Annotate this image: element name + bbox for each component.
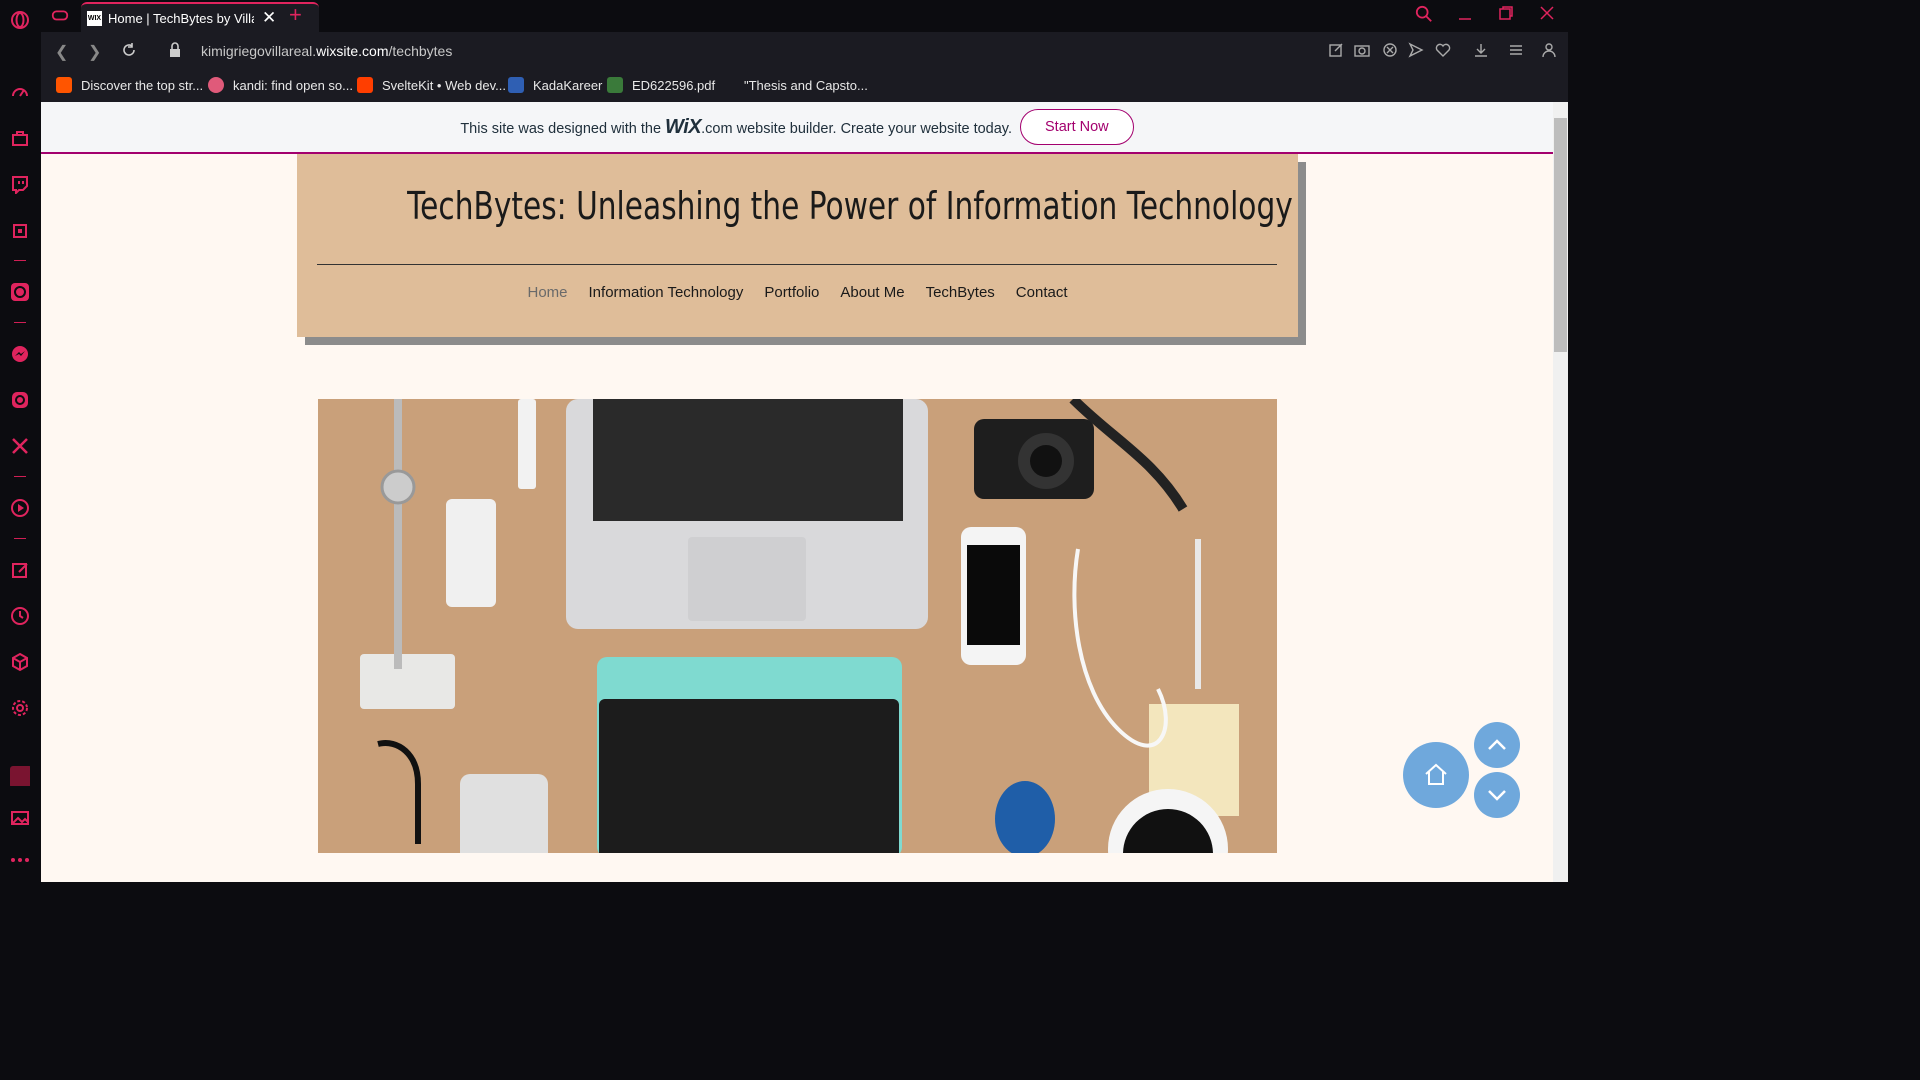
- browser-sidebar: [0, 0, 41, 882]
- gamepad-icon[interactable]: [51, 6, 69, 29]
- sidebar-divider: [14, 538, 26, 539]
- bookmark-item[interactable]: "Thesis and Capsto...: [719, 77, 868, 93]
- home-fab-button[interactable]: [1403, 742, 1469, 808]
- bookmark-label: "Thesis and Capsto...: [744, 77, 868, 93]
- send-icon[interactable]: [1408, 42, 1424, 58]
- camera-icon[interactable]: [1354, 42, 1370, 58]
- wix-banner-text: This site was designed with the WiX.com …: [460, 116, 1012, 139]
- wix-banner: This site was designed with the WiX.com …: [41, 102, 1553, 154]
- wallpaper-icon[interactable]: [10, 808, 30, 828]
- bookmark-label: ED622596.pdf: [632, 77, 716, 93]
- url-domain: wixsite.com: [316, 43, 389, 59]
- bookmark-label: KadaKareer: [533, 77, 603, 93]
- bookmark-label: SvelteKit • Web dev...: [382, 77, 507, 93]
- wix-favicon: WIX: [87, 10, 102, 26]
- sidebar-divider: [14, 322, 26, 323]
- url-field[interactable]: kimigriegovillareal.wixsite.com/techbyte…: [201, 43, 452, 59]
- address-bar: ❮ ❯ kimigriegovillareal.wixsite.com/tech…: [41, 32, 1568, 70]
- soundcloud-icon: [56, 77, 72, 93]
- nav-about-me[interactable]: About Me: [840, 284, 904, 301]
- bookmark-label: kandi: find open so...: [233, 77, 353, 93]
- bookmark-item[interactable]: SvelteKit • Web dev...: [357, 77, 506, 93]
- settings-gear-icon[interactable]: [10, 698, 30, 718]
- wix-text-after: website builder. Create your website tod…: [732, 120, 1012, 137]
- shopping-icon[interactable]: [10, 128, 30, 148]
- scrollbar-thumb[interactable]: [1554, 118, 1567, 352]
- nav-portfolio[interactable]: Portfolio: [764, 284, 819, 301]
- web-page: This site was designed with the WiX.com …: [41, 102, 1553, 882]
- bookmark-label: Discover the top str...: [81, 77, 204, 93]
- start-now-button[interactable]: Start Now: [1020, 109, 1134, 145]
- chevron-up-icon: [1488, 739, 1506, 750]
- url-path: /techbytes: [388, 43, 453, 59]
- bookmark-item[interactable]: ED622596.pdf: [607, 77, 715, 93]
- bookmarks-bar: Discover the top str... kandi: find open…: [41, 70, 1568, 102]
- bookmark-item[interactable]: kandi: find open so...: [208, 77, 353, 93]
- page-scrollbar[interactable]: [1553, 102, 1568, 882]
- site-title: TechBytes: Unleashing the Power of Infor…: [407, 184, 1293, 228]
- back-icon[interactable]: ❮: [55, 42, 68, 62]
- messenger-icon[interactable]: [10, 344, 30, 364]
- close-window-icon[interactable]: [1539, 5, 1555, 26]
- opera-logo-icon[interactable]: [10, 10, 30, 30]
- profile-icon[interactable]: [1541, 42, 1557, 58]
- header-divider: [317, 264, 1277, 265]
- adblock-icon[interactable]: [1382, 42, 1398, 58]
- home-icon: [1425, 763, 1447, 785]
- player-icon[interactable]: [10, 498, 30, 518]
- sidebar-divider: [14, 260, 26, 261]
- tab-close-icon[interactable]: ✕: [262, 8, 276, 28]
- forward-icon[interactable]: ❯: [88, 42, 101, 62]
- x-twitter-icon[interactable]: [10, 436, 30, 456]
- sidebar-divider: [14, 476, 26, 477]
- site-header: TechBytes: Unleashing the Power of Infor…: [297, 154, 1298, 337]
- twitch-icon[interactable]: [10, 174, 30, 194]
- more-dots-icon[interactable]: [10, 850, 30, 870]
- search-icon[interactable]: [1415, 5, 1433, 28]
- hero-image: [318, 399, 1277, 853]
- extensions-cube-icon[interactable]: [10, 652, 30, 672]
- bookmark-item[interactable]: Discover the top str...: [56, 77, 203, 93]
- wix-logo-suffix: .com: [701, 120, 733, 137]
- chip-icon[interactable]: [10, 221, 30, 241]
- speedometer-icon[interactable]: [10, 82, 30, 102]
- bookmark-item[interactable]: KadaKareer: [508, 77, 602, 93]
- svelte-icon: [357, 77, 373, 93]
- nav-contact[interactable]: Contact: [1016, 284, 1068, 301]
- chatgpt-icon[interactable]: [10, 282, 30, 302]
- tab-strip: WIX Home | TechBytes by Villarreal ✕ +: [41, 0, 1568, 32]
- nav-home[interactable]: Home: [528, 284, 568, 301]
- url-prefix: kimigriegovillareal.: [201, 43, 317, 59]
- pinboard-icon[interactable]: [10, 560, 30, 580]
- nav-techbytes[interactable]: TechBytes: [926, 284, 995, 301]
- reload-icon[interactable]: [121, 42, 137, 63]
- wix-logo: WiX: [665, 115, 702, 138]
- site-nav: Home Information Technology Portfolio Ab…: [297, 284, 1298, 301]
- blank-icon: [719, 77, 735, 93]
- restore-icon[interactable]: [1498, 5, 1514, 26]
- tab-active[interactable]: WIX Home | TechBytes by Villarreal ✕: [81, 2, 319, 32]
- edit-page-icon[interactable]: [1328, 42, 1344, 58]
- nav-information-technology[interactable]: Information Technology: [589, 284, 744, 301]
- scroll-up-button[interactable]: [1474, 722, 1520, 768]
- minimize-icon[interactable]: [1457, 5, 1473, 26]
- lock-icon: [168, 42, 182, 63]
- easy-setup-icon[interactable]: [1508, 42, 1524, 58]
- new-tab-button[interactable]: +: [289, 4, 302, 26]
- history-icon[interactable]: [10, 606, 30, 626]
- instagram-icon[interactable]: [10, 390, 30, 410]
- scroll-down-button[interactable]: [1474, 772, 1520, 818]
- download-icon[interactable]: [1473, 42, 1489, 58]
- kandi-icon: [208, 77, 224, 93]
- sidebar-app-icon[interactable]: [10, 766, 30, 786]
- heart-icon[interactable]: [1435, 42, 1451, 58]
- kadakareer-icon: [508, 77, 524, 93]
- chevron-down-icon: [1488, 790, 1506, 801]
- wix-text-before: This site was designed with the: [460, 120, 666, 137]
- tab-title: Home | TechBytes by Villarreal: [108, 10, 254, 26]
- pdf-icon: [607, 77, 623, 93]
